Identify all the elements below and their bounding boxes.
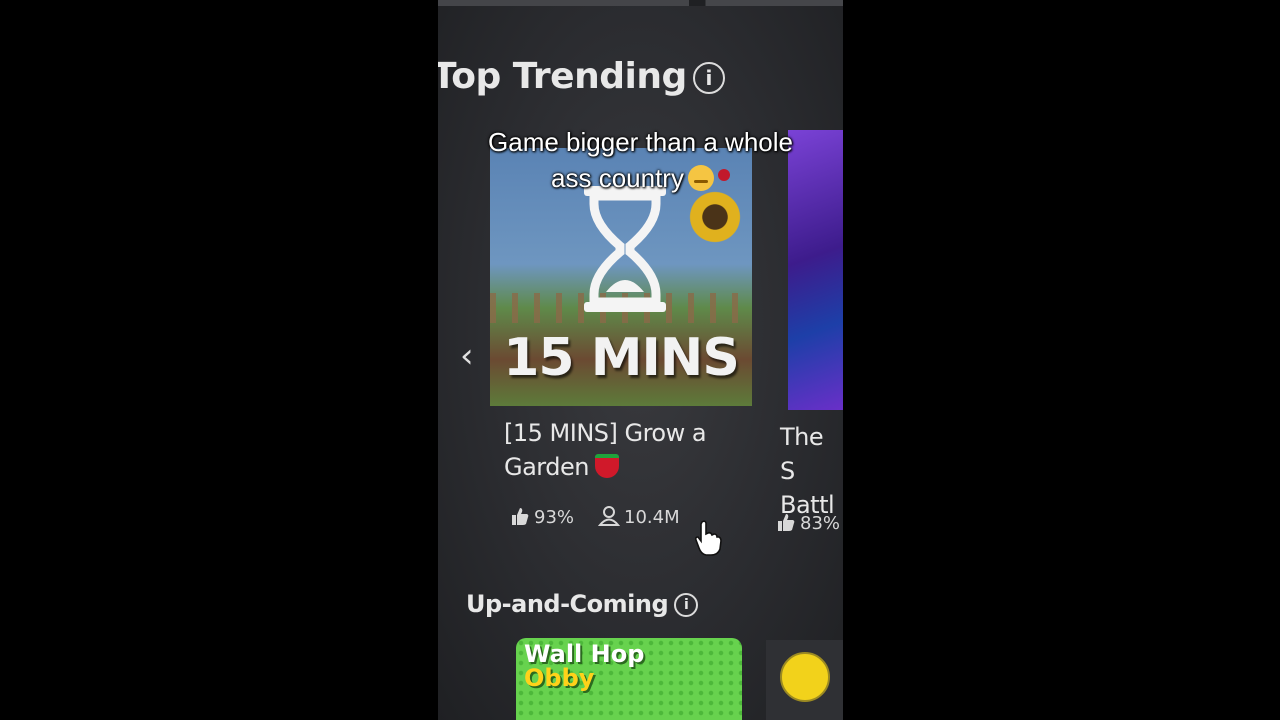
thumbnail-title-wrap: Wall Hop Obby xyxy=(524,642,644,690)
video-caption: Game bigger than a whole ass country xyxy=(438,124,843,196)
section-title-text: Up-and-Coming xyxy=(466,590,669,618)
like-ratio-2: 83% xyxy=(776,512,840,534)
thumbnail-title-line-1: Wall Hop xyxy=(524,640,645,668)
game-title-2-line-1: The S xyxy=(780,423,824,485)
strawberry-icon xyxy=(594,454,619,478)
caption-line-2-wrap: ass country xyxy=(438,160,843,196)
sunflower-graphic xyxy=(686,188,744,246)
game-title-grow-a-garden[interactable]: [15 MINS] Grow a Garden xyxy=(504,416,707,484)
caption-line-1: Game bigger than a whole xyxy=(488,127,793,157)
thumbs-up-icon xyxy=(512,508,529,525)
chevron-left-icon[interactable]: ‹ xyxy=(460,336,474,376)
hand-cursor-icon xyxy=(694,520,722,556)
rose-icon xyxy=(717,169,730,181)
game-thumbnail-wall-hop-obby[interactable]: Wall Hop Obby xyxy=(516,638,742,720)
player-count-value: 10.4M xyxy=(624,507,680,528)
person-icon xyxy=(598,506,620,526)
thumbs-up-icon xyxy=(778,514,795,531)
player-count: 10.4M xyxy=(598,506,680,528)
video-frame: Top Trending i 15 MINS ‹ Game bigger than… xyxy=(438,0,843,720)
thumbnail-title-line-2: Obby xyxy=(524,664,595,692)
info-icon[interactable]: i xyxy=(674,593,699,617)
info-icon[interactable]: i xyxy=(692,62,725,94)
pensive-face-icon xyxy=(687,165,714,191)
game-title-line-2-wrap: Garden xyxy=(504,450,706,484)
thumbnail-label: 15 MINS xyxy=(503,328,740,388)
top-bar xyxy=(438,0,843,6)
section-title-text: Top Trending xyxy=(438,56,687,97)
section-title-top-trending: Top Trending i xyxy=(438,56,725,97)
like-ratio: 93% xyxy=(510,506,574,528)
like-ratio-value: 93% xyxy=(534,507,575,528)
game-title-2[interactable]: The S Battl xyxy=(780,420,843,522)
game-title-line-2: Garden xyxy=(504,453,589,481)
caption-line-2: ass country xyxy=(551,163,684,193)
like-ratio-2-value: 83% xyxy=(800,513,841,534)
section-title-up-and-coming: Up-and-Coming i xyxy=(466,590,699,618)
hourglass-icon xyxy=(584,186,666,312)
game-title-line-1: [15 MINS] Grow a xyxy=(504,419,707,447)
noob-face-icon xyxy=(780,652,830,702)
